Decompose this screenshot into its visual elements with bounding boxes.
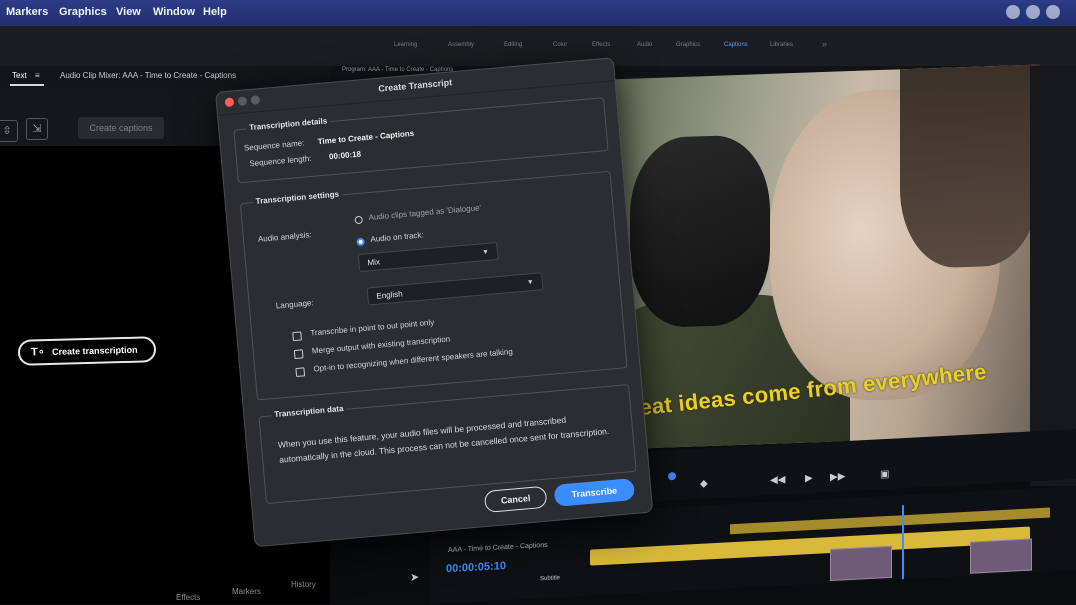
language-select-value: English: [376, 289, 403, 301]
sequence-name-value: Time to Create - Captions: [317, 128, 415, 147]
timeline-playhead[interactable]: [902, 505, 904, 580]
menu-view[interactable]: View: [116, 6, 141, 18]
workspace-tab-assembly[interactable]: Assembly: [448, 42, 474, 48]
workspace-tab-graphics[interactable]: Graphics: [676, 42, 700, 48]
play-icon[interactable]: ▶: [805, 473, 813, 484]
transcription-data-text: When you use this feature, your audio fi…: [277, 414, 610, 465]
status-icon[interactable]: [1006, 5, 1020, 19]
tab-audio-clip-mixer[interactable]: Audio Clip Mixer: AAA - Time to Create -…: [60, 71, 236, 80]
workspace-menu-icon[interactable]: »: [822, 39, 827, 49]
create-transcription-button[interactable]: T∘ Create transcription: [17, 336, 157, 366]
workspace-tab-color[interactable]: Color: [553, 42, 567, 48]
right-panel-strip: [1030, 66, 1076, 486]
chevron-down-icon: ▼: [526, 278, 535, 287]
create-transcript-dialog: Create Transcript Transcription details …: [215, 57, 654, 548]
marker-icon[interactable]: ◆: [700, 478, 708, 489]
language-select[interactable]: English ▼: [366, 272, 544, 306]
workspace-tab-learning[interactable]: Learning: [394, 42, 417, 48]
video-glove: [630, 133, 770, 329]
menu-help[interactable]: Help: [203, 6, 227, 18]
tab-markers[interactable]: Markers: [232, 587, 261, 596]
radio-audio-on-track-label: Audio on track:: [370, 230, 425, 244]
transcript-icon: T∘: [30, 346, 45, 359]
settings-legend: Transcription settings: [252, 189, 343, 207]
active-tab-underline: [10, 84, 44, 86]
export-frame-icon[interactable]: ▣: [880, 469, 889, 480]
video-clip-thumbnail[interactable]: [970, 538, 1032, 574]
step-forward-icon[interactable]: ▶▶: [830, 471, 845, 483]
transcription-settings-group: Transcription settings Audio analysis: A…: [239, 170, 628, 401]
checkbox-inout[interactable]: [292, 331, 302, 342]
workspace-tab-captions[interactable]: Captions: [724, 42, 748, 48]
create-captions-button[interactable]: Create captions: [78, 117, 164, 139]
workspace-bar: Learning Assembly Editing Color Effects …: [0, 26, 1076, 66]
checkbox-speakers[interactable]: [295, 367, 306, 378]
tab-history[interactable]: History: [291, 580, 316, 589]
timecode-display[interactable]: 00:00:05:10: [446, 560, 506, 575]
workspace-tab-effects[interactable]: Effects: [592, 42, 610, 48]
video-hair: [900, 64, 1040, 270]
subtitle-track-label: Subtitle: [540, 575, 561, 583]
search-icon[interactable]: [1046, 5, 1060, 19]
details-legend: Transcription details: [245, 116, 331, 133]
timeline-sequence-title[interactable]: AAA - Time to Create - Captions: [448, 542, 548, 554]
checkbox-merge-label: Merge output with existing transcription: [311, 334, 451, 356]
radio-audio-on-track[interactable]: [356, 237, 365, 247]
track-select-value: Mix: [367, 257, 381, 268]
playhead-marker[interactable]: [668, 472, 676, 481]
menu-bar: Markers Graphics View Window Help: [0, 0, 1076, 26]
video-clip-thumbnail[interactable]: [830, 545, 892, 582]
selection-tool-icon[interactable]: ➤: [410, 571, 419, 584]
transcribe-button[interactable]: Transcribe: [553, 478, 636, 507]
chevron-down-icon: ▼: [481, 248, 490, 257]
menu-markers[interactable]: Markers: [6, 6, 48, 18]
data-legend: Transcription data: [270, 403, 347, 420]
tab-text[interactable]: Text: [12, 71, 27, 80]
sequence-name-label: Sequence name:: [243, 138, 305, 153]
audio-analysis-label: Audio analysis:: [257, 230, 313, 244]
sequence-length-value: 00:00:18: [328, 149, 362, 162]
step-back-icon[interactable]: ◀◀: [770, 474, 785, 486]
checkbox-merge[interactable]: [293, 349, 304, 360]
language-label: Language:: [275, 298, 314, 311]
radio-dialogue-label: Audio clips tagged as 'Dialogue': [368, 203, 482, 223]
collapse-icon[interactable]: ⇲: [26, 118, 48, 140]
radio-dialogue[interactable]: [354, 215, 364, 225]
workspace-tab-editing[interactable]: Editing: [504, 42, 522, 48]
create-transcription-label: Create transcription: [51, 344, 138, 357]
wifi-icon[interactable]: [1026, 5, 1040, 19]
menu-window[interactable]: Window: [153, 6, 195, 18]
tab-effects[interactable]: Effects: [176, 593, 200, 602]
track-select[interactable]: Mix ▼: [357, 241, 499, 273]
menu-graphics[interactable]: Graphics: [59, 6, 107, 18]
workspace-tab-libraries[interactable]: Libraries: [770, 42, 793, 48]
checkbox-inout-label: Transcribe in point to out point only: [309, 317, 435, 338]
workspace-tab-audio[interactable]: Audio: [637, 42, 652, 48]
transcription-details-group: Transcription details Sequence name: Tim…: [233, 97, 609, 184]
sequence-length-label: Sequence length:: [248, 153, 312, 169]
cancel-button[interactable]: Cancel: [483, 485, 548, 514]
panel-menu-icon[interactable]: ≡: [35, 71, 40, 80]
subtitle-track-clip[interactable]: [590, 526, 1030, 566]
expand-icon[interactable]: ⇳: [0, 120, 18, 142]
